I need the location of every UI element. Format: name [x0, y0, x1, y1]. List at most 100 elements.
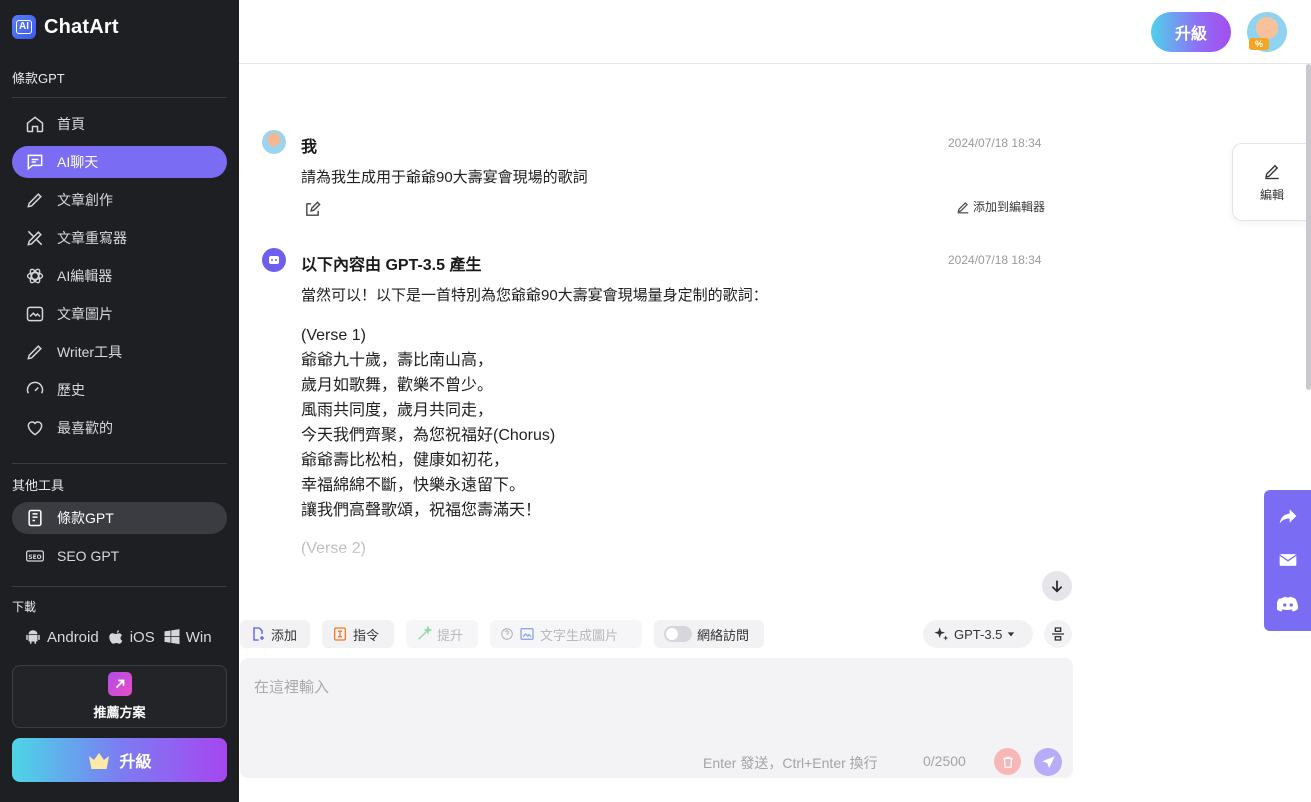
- add-button[interactable]: 添加: [240, 620, 310, 648]
- magic-wand-icon: [418, 626, 432, 640]
- sidebar-item-label: 文章圖片: [57, 306, 113, 322]
- sidebar-item-label: Writer工具: [57, 344, 123, 360]
- lyric-line: 歲月如歌舞，歡樂不曾少。: [301, 377, 494, 394]
- download-links: Android iOS Win: [24, 628, 212, 646]
- share-icon[interactable]: [1278, 506, 1298, 526]
- assistant-lyrics: (Verse 1) 爺爺九十歲，壽比南山高， 歲月如歌舞，歡樂不曾少。 風雨共同…: [301, 323, 555, 523]
- edit-icon[interactable]: [304, 201, 321, 218]
- model-select[interactable]: GPT-3.5: [923, 620, 1033, 648]
- edit-panel-button[interactable]: 編輯: [1232, 143, 1311, 221]
- sidebar-item-label: 文章重寫器: [57, 230, 127, 246]
- sidebar-upgrade-button[interactable]: 升級: [12, 738, 227, 782]
- sidebar-item-seo-gpt[interactable]: SEO SEO GPT: [12, 540, 227, 572]
- sidebar-item-article-image[interactable]: 文章圖片: [12, 298, 227, 330]
- arrow-up-right-icon: [107, 672, 132, 696]
- user-avatar-small: [262, 130, 286, 154]
- message-input[interactable]: [254, 676, 1054, 736]
- top-header: 升級 %: [239, 0, 1311, 64]
- image-icon: [520, 628, 534, 640]
- trash-icon: [1002, 756, 1013, 768]
- sidebar-item-label: AI聊天: [57, 154, 99, 170]
- pen-icon: [27, 345, 42, 360]
- lyric-line: 風雨共同度，歲月共同走，: [301, 402, 494, 419]
- social-share-bar: [1264, 490, 1311, 631]
- discord-icon[interactable]: [1276, 595, 1299, 615]
- image-icon: [26, 306, 44, 322]
- lyric-line: (Verse 1): [301, 327, 366, 344]
- recommended-plan-card[interactable]: 推薦方案: [12, 665, 227, 728]
- command-button[interactable]: 指令: [322, 620, 394, 648]
- sidebar-item-home[interactable]: 首頁: [12, 108, 227, 140]
- clear-button[interactable]: [994, 748, 1021, 775]
- text-to-image-button[interactable]: 文字生成圖片: [490, 620, 642, 648]
- sidebar: AI ChatArt 條款GPT 首頁 AI聊天 文章創作 文章重寫器 AI編輯…: [0, 0, 239, 802]
- heart-icon: [27, 421, 43, 436]
- collapse-icon: [1052, 627, 1064, 641]
- lyric-line: 讓我們高聲歌頌，祝福您壽滿天！: [301, 502, 542, 519]
- download-ios[interactable]: iOS: [107, 628, 155, 646]
- assistant-intro-text: 當然可以！以下是一首特別為您爺爺90大壽宴會現場量身定制的歌詞：: [301, 287, 768, 304]
- message-author: 我: [301, 139, 318, 156]
- sidebar-item-label: AI編輯器: [57, 268, 113, 284]
- section-title-main: 條款GPT: [12, 71, 65, 86]
- seo-icon: SEO: [26, 550, 44, 562]
- sidebar-item-favorites[interactable]: 最喜歡的: [12, 412, 227, 444]
- toggle-switch[interactable]: [664, 626, 692, 642]
- sidebar-item-terms-gpt[interactable]: 條款GPT: [12, 502, 227, 534]
- message-input-box: Enter 發送，Ctrl+Enter 換行 0/2500: [240, 658, 1073, 778]
- user-message-text: 請為我生成用于爺爺90大壽宴會現場的歌詞: [301, 169, 588, 186]
- send-button[interactable]: [1034, 748, 1062, 776]
- sidebar-item-history[interactable]: 歷史: [12, 374, 227, 406]
- message-author: 以下內容由 GPT-3.5 產生: [301, 257, 482, 274]
- lyric-line: 爺爺九十歲，壽比南山高，: [301, 352, 494, 369]
- message-time: 2024/07/18 18:34: [948, 253, 1042, 267]
- sidebar-item-ai-editor[interactable]: AI編輯器: [12, 260, 227, 292]
- web-access-toggle[interactable]: 網絡訪問: [654, 620, 764, 648]
- app-name: ChatArt: [44, 15, 119, 38]
- bot-avatar-icon: [262, 248, 286, 272]
- apple-icon: [108, 630, 123, 644]
- command-icon: [334, 627, 346, 641]
- sidebar-item-ai-chat[interactable]: AI聊天: [12, 146, 227, 178]
- sidebar-item-label: 首頁: [57, 116, 85, 132]
- pencil-icon: [27, 193, 42, 208]
- divider: [12, 463, 227, 464]
- sparkle-icon: [934, 627, 949, 641]
- rewrite-icon: [27, 230, 43, 246]
- fade-overlay: [260, 550, 1060, 620]
- windows-icon: [164, 629, 180, 645]
- help-circle-icon: [501, 628, 513, 640]
- download-windows[interactable]: Win: [163, 628, 212, 646]
- page-scrollbar[interactable]: [1306, 64, 1311, 390]
- add-file-icon: [253, 627, 264, 641]
- collapse-button[interactable]: [1044, 620, 1072, 648]
- caret-down-icon: [1008, 632, 1015, 637]
- chatart-logo-icon: AI: [12, 15, 36, 39]
- divider: [12, 97, 227, 98]
- svg-text:SEO: SEO: [28, 555, 41, 561]
- pencil-icon: [1265, 164, 1279, 179]
- crown-icon: [89, 753, 110, 769]
- section-title-download: 下載: [12, 600, 37, 614]
- history-icon: [26, 381, 44, 394]
- message-time: 2024/07/18 18:34: [948, 136, 1042, 150]
- lyric-line: 今天我們齊聚，為您祝福好(Chorus): [301, 427, 556, 444]
- sidebar-item-rewriter[interactable]: 文章重寫器: [12, 222, 227, 254]
- plan-label: 推薦方案: [93, 705, 146, 720]
- header-upgrade-button[interactable]: 升級: [1151, 12, 1231, 52]
- send-icon: [1041, 755, 1055, 768]
- divider: [12, 586, 227, 587]
- sidebar-item-label: 最喜歡的: [57, 420, 113, 436]
- atom-icon: [26, 268, 44, 284]
- document-icon: [28, 509, 42, 527]
- sidebar-item-writer-tools[interactable]: Writer工具: [12, 336, 227, 368]
- sidebar-item-article-writing[interactable]: 文章創作: [12, 184, 227, 216]
- scroll-to-bottom-button[interactable]: [1042, 571, 1072, 601]
- enhance-button[interactable]: 提升: [406, 620, 478, 648]
- download-android[interactable]: Android: [24, 628, 99, 646]
- mail-icon[interactable]: [1278, 550, 1298, 570]
- input-hint: Enter 發送，Ctrl+Enter 換行: [703, 755, 878, 771]
- lyric-line: 爺爺壽比松柏，健康如初花，: [301, 452, 510, 469]
- add-to-editor-button[interactable]: 添加到編輯器: [956, 198, 1045, 215]
- app-logo[interactable]: AI ChatArt: [12, 14, 119, 40]
